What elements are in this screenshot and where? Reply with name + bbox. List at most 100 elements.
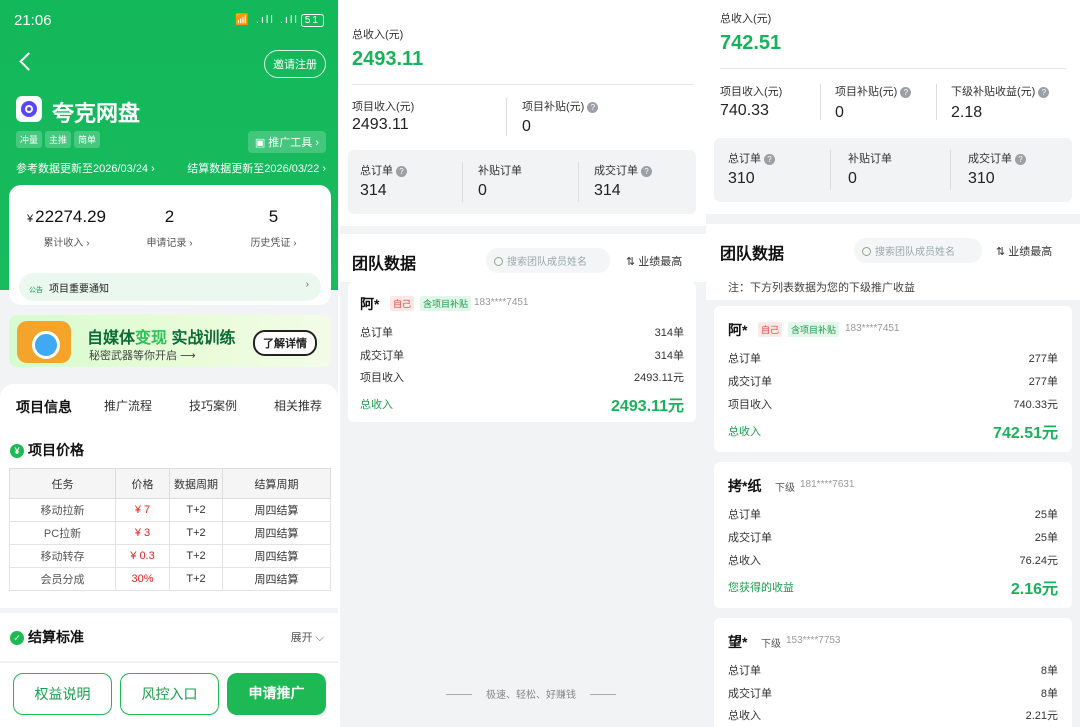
- stat-history-vouchers[interactable]: 5 历史凭证 ›: [220, 207, 327, 249]
- settle-data-update-link[interactable]: 结算数据更新至2026/03/22 ›: [187, 160, 326, 176]
- search-placeholder: 搜索团队成员姓名: [507, 257, 587, 268]
- row-value: 277单: [1028, 376, 1058, 388]
- help-icon[interactable]: ?: [396, 166, 407, 177]
- cell-data-period: T+2: [169, 567, 223, 591]
- member-phone: 183****7451: [474, 297, 529, 308]
- deal-orders-value: 314: [594, 182, 621, 199]
- divider: [720, 68, 1066, 69]
- cell-price: ¥ 3: [115, 521, 170, 545]
- signal-icons: 📶 .ıll .ıll 51: [235, 13, 324, 27]
- row-label: 总订单: [728, 509, 761, 521]
- project-income-value: 2493.11: [352, 116, 409, 133]
- table-row: PC拉新 ¥ 3 T+2 周四结算: [9, 521, 331, 545]
- total-income-label: 总收入: [360, 399, 393, 411]
- member-card[interactable]: 阿* 自己 含项目补贴 183****7451 总订单 314单 成交订单 31…: [348, 282, 696, 422]
- training-banner[interactable]: 自媒体变现 实战训练 秘密武器等你开启 ⟶ 了解详情: [9, 315, 331, 367]
- row-value: 2493.11元: [634, 372, 684, 384]
- settle-standard-section[interactable]: ✓ 结算标准 展开 ⌵: [0, 613, 338, 661]
- sort-by-performance[interactable]: ⇅ 业绩最高: [626, 253, 682, 269]
- apply-promo-button[interactable]: 申请推广: [227, 673, 326, 715]
- notice-bar[interactable]: 公告 项目重要通知 ›: [19, 273, 321, 301]
- total-income-value: 2493.11元: [611, 398, 684, 415]
- subsidy-orders-value: 0: [478, 182, 487, 199]
- help-icon[interactable]: ?: [1038, 87, 1050, 98]
- tab-tips-cases[interactable]: 技巧案例: [189, 397, 237, 414]
- cell-task: 移动转存: [9, 544, 116, 568]
- divider: [830, 150, 831, 190]
- tab-project-info[interactable]: 项目信息: [16, 397, 72, 417]
- notice-badge: 公告: [29, 287, 43, 294]
- income-summary: 总收入(元) 2493.11 项目收入(元) 2493.11 项目补贴(元)? …: [340, 0, 706, 226]
- cell-settle-period: 周四结算: [222, 567, 331, 591]
- subsidy-tag: 含项目补贴: [420, 296, 472, 311]
- sub-subsidy-income-label: 下级补贴收益(元)?: [951, 83, 1050, 99]
- banner-title-highlight: 变现: [135, 330, 168, 347]
- bottom-action-bar: 权益说明 风控入口 申请推广: [0, 662, 338, 727]
- help-icon[interactable]: ?: [641, 166, 652, 177]
- member-card[interactable]: 望* 下级 153****7753 总订单 8单 成交订单 8单 总收入 2.2…: [714, 618, 1072, 727]
- project-tags: 冲量 主推 简单: [16, 130, 103, 148]
- row-label: 成交订单: [728, 688, 772, 700]
- stat-apply-records[interactable]: 2 申请记录 ›: [116, 207, 223, 249]
- team-data-title: 团队数据: [720, 246, 785, 263]
- total-orders-label: 总订单?: [728, 150, 775, 166]
- column-header: 数据周期: [169, 468, 223, 499]
- help-icon[interactable]: ?: [764, 154, 775, 165]
- cell-task: PC拉新: [9, 521, 116, 545]
- tab-promo-flow[interactable]: 推广流程: [104, 397, 152, 414]
- cell-price: 30%: [115, 567, 170, 591]
- promo-tool-button[interactable]: ▣ 推广工具 ›: [247, 131, 326, 153]
- camera-icon: [17, 321, 71, 363]
- cell-price: ¥ 0.3: [115, 544, 170, 568]
- income-summary: 总收入(元) 742.51 项目收入(元) 740.33 项目补贴(元)? 0 …: [706, 0, 1080, 214]
- risk-control-button[interactable]: 风控入口: [120, 673, 219, 715]
- stat-total-income[interactable]: ¥22274.29 累计收入 ›: [13, 207, 120, 249]
- cell-task: 移动拉新: [9, 498, 116, 522]
- learn-more-button[interactable]: 了解详情: [253, 330, 317, 356]
- deal-orders-label: 成交订单?: [594, 162, 652, 178]
- member-card[interactable]: 拷*纸 下级 181****7631 总订单 25单 成交订单 25单 总收入 …: [714, 462, 1072, 608]
- level-tag: 下级: [775, 483, 795, 494]
- member-search-input[interactable]: 搜索团队成员姓名: [854, 238, 982, 263]
- stats-card: ¥22274.29 累计收入 › 2 申请记录 › 5 历史凭证 › 公告 项目重…: [9, 185, 331, 305]
- label-text: 成交订单: [968, 153, 1012, 165]
- ref-data-update-link[interactable]: 参考数据更新至2026/03/24 ›: [16, 163, 155, 175]
- your-earnings-value: 2.16元: [1010, 581, 1058, 598]
- row-value: 25单: [1034, 532, 1058, 544]
- divider: [950, 150, 951, 190]
- member-phone: 181****7631: [800, 479, 855, 490]
- data-update-line: 参考数据更新至2026/03/24 › 结算数据更新至2026/03/22 ›: [16, 160, 326, 176]
- stat-label: 申请记录 ›: [146, 238, 193, 249]
- check-icon: ✓: [10, 631, 24, 645]
- divider: [506, 98, 507, 136]
- member-name: 阿*: [728, 322, 748, 338]
- row-label: 总收入: [728, 710, 761, 722]
- income-screen-team: 总收入(元) 742.51 项目收入(元) 740.33 项目补贴(元)? 0 …: [706, 0, 1080, 727]
- row-value: 740.33元: [1013, 399, 1058, 411]
- member-card[interactable]: 阿* 自己 含项目补贴 183****7451 总订单 277单 成交订单 27…: [714, 306, 1072, 452]
- member-search-input[interactable]: 搜索团队成员姓名: [486, 248, 610, 273]
- price-table: 任务 价格 数据周期 结算周期 移动拉新 ¥ 7 T+2 周四结算 PC拉新 ¥ 3 T+…: [9, 468, 331, 591]
- expand-toggle[interactable]: 展开 ⌵: [291, 629, 324, 645]
- help-icon[interactable]: ?: [1015, 154, 1026, 165]
- toolbox-icon: ▣: [254, 137, 269, 149]
- project-subsidy-value: 0: [522, 118, 531, 135]
- member-name: 拷*纸: [728, 478, 762, 494]
- deal-orders-label: 成交订单?: [968, 150, 1026, 166]
- total-income-value: 742.51元: [993, 425, 1058, 442]
- sort-by-performance[interactable]: ⇅ 业绩最高: [996, 243, 1052, 259]
- benefits-button[interactable]: 权益说明: [13, 673, 112, 715]
- cell-data-period: T+2: [169, 521, 223, 545]
- project-income-value: 740.33: [720, 102, 769, 119]
- help-icon[interactable]: ?: [587, 102, 599, 113]
- member-phone: 183****7451: [845, 323, 900, 334]
- back-arrow-icon[interactable]: [16, 52, 36, 72]
- total-orders-value: 310: [728, 170, 755, 187]
- total-income-value: 2493.11: [352, 48, 424, 70]
- invite-register-button[interactable]: 邀请注册: [264, 50, 326, 78]
- tab-related[interactable]: 相关推荐: [274, 397, 322, 414]
- level-tag: 下级: [761, 639, 781, 650]
- cell-settle-period: 周四结算: [222, 521, 331, 545]
- help-icon[interactable]: ?: [900, 87, 912, 98]
- row-value: 314单: [654, 350, 684, 362]
